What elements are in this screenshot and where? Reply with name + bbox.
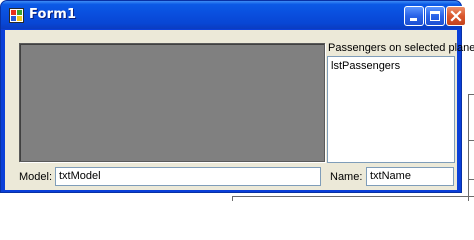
background-tick bbox=[468, 179, 474, 180]
background-line bbox=[232, 196, 474, 197]
passengers-label: Passengers on selected plane: bbox=[328, 42, 474, 54]
name-textbox[interactable]: txtName bbox=[366, 167, 454, 186]
model-textbox[interactable]: txtModel bbox=[55, 167, 321, 186]
window-title: Form1 bbox=[29, 7, 77, 22]
form-window: Form1 Passengers on selected plane: lstP… bbox=[0, 0, 474, 193]
list-item[interactable]: lstPassengers bbox=[331, 60, 400, 72]
name-label: Name: bbox=[330, 171, 363, 183]
maximize-button[interactable] bbox=[425, 6, 445, 26]
plane-picture-box[interactable] bbox=[19, 43, 325, 162]
app-icon[interactable] bbox=[9, 8, 24, 23]
title-bar[interactable]: Form1 bbox=[1, 1, 466, 29]
background-line bbox=[232, 196, 233, 201]
model-label: Model: bbox=[19, 171, 53, 183]
background-tick bbox=[468, 94, 474, 95]
background-tick bbox=[468, 140, 474, 141]
minimize-button[interactable] bbox=[404, 6, 424, 26]
background-line bbox=[468, 94, 469, 201]
passengers-listbox[interactable]: lstPassengers bbox=[327, 56, 455, 163]
form-client-area: Passengers on selected plane: lstPasseng… bbox=[5, 30, 474, 190]
close-button[interactable] bbox=[446, 6, 466, 26]
minimize-icon bbox=[410, 18, 417, 21]
maximize-icon bbox=[430, 11, 440, 21]
close-icon bbox=[450, 10, 462, 22]
